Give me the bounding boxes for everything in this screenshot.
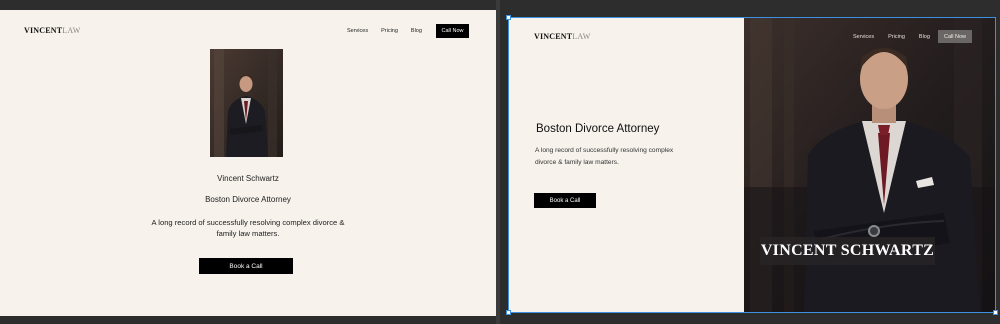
resize-handle-bottom-left[interactable] bbox=[506, 310, 511, 315]
nav-link-services[interactable]: Services bbox=[853, 34, 874, 40]
main-nav-desktop: Services Pricing Blog bbox=[853, 34, 930, 40]
logo-bold-text: VINCENT bbox=[24, 26, 63, 35]
hero-description-line-1: A long record of successfully resolving … bbox=[535, 147, 674, 154]
artboard-divider bbox=[496, 0, 500, 324]
design-canvas: VINCENTLAW Services Pricing Blog Call No… bbox=[0, 0, 1000, 324]
site-logo[interactable]: VINCENTLAW bbox=[24, 26, 80, 35]
hero-description-line-2: divorce & family law matters. bbox=[535, 158, 619, 166]
hero-description: A long record of successfully resolving … bbox=[535, 145, 715, 168]
artboard-desktop[interactable]: VINCENTLAW Boston Divorce Attorney A lon… bbox=[508, 17, 996, 313]
attorney-portrait bbox=[210, 49, 283, 157]
editor-bottom-bar bbox=[0, 316, 1000, 324]
hero-name-banner: VINCENT SCHWARTZ bbox=[760, 237, 935, 265]
site-logo-desktop[interactable]: VINCENTLAW bbox=[534, 32, 590, 41]
attorney-name: Vincent Schwartz bbox=[217, 174, 279, 183]
portrait-image bbox=[210, 49, 283, 157]
logo-light-text: LAW bbox=[572, 32, 591, 41]
description-line-2: family law matters. bbox=[216, 228, 280, 238]
resize-handle-bottom-right[interactable] bbox=[993, 310, 998, 315]
nav-link-pricing[interactable]: Pricing bbox=[888, 34, 905, 40]
book-call-button-desktop[interactable]: Book a Call bbox=[534, 193, 596, 208]
logo-bold-text: VINCENT bbox=[534, 32, 573, 41]
hero-heading: Boston Divorce Attorney bbox=[536, 123, 660, 135]
artboard-mobile[interactable]: VINCENTLAW Services Pricing Blog Call No… bbox=[0, 10, 496, 316]
hero-name: VINCENT SCHWARTZ bbox=[760, 242, 935, 259]
logo-light-text: LAW bbox=[62, 26, 81, 35]
hero-portrait bbox=[744, 17, 996, 313]
description-text: A long record of successfully resolving … bbox=[0, 218, 496, 239]
main-nav: Services Pricing Blog bbox=[347, 28, 422, 34]
editor-top-bar bbox=[0, 0, 1000, 10]
attorney-title: Boston Divorce Attorney bbox=[205, 195, 291, 204]
call-now-button-desktop[interactable]: Call Now bbox=[938, 30, 972, 43]
nav-link-pricing[interactable]: Pricing bbox=[381, 28, 398, 34]
call-now-button[interactable]: Call Now bbox=[436, 24, 469, 38]
nav-link-services[interactable]: Services bbox=[347, 28, 368, 34]
description-line-1: A long record of successfully resolving … bbox=[151, 218, 345, 227]
book-call-button[interactable]: Book a Call bbox=[199, 258, 293, 274]
resize-handle-top-left[interactable] bbox=[506, 15, 511, 20]
hero-image bbox=[744, 17, 996, 313]
nav-link-blog[interactable]: Blog bbox=[919, 34, 930, 40]
nav-link-blog[interactable]: Blog bbox=[411, 28, 422, 34]
